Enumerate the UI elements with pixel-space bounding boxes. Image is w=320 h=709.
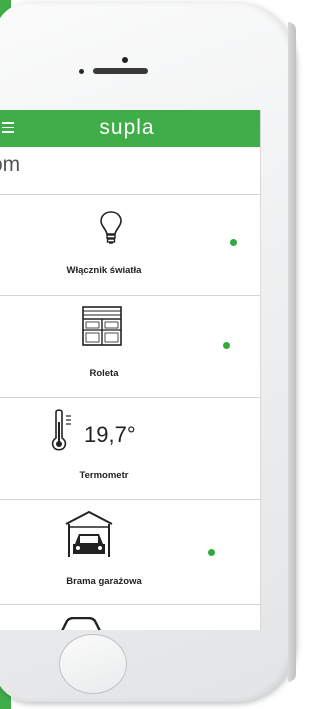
garage-gate-icon (65, 510, 113, 557)
home-button[interactable] (59, 634, 127, 694)
channel-garage-gate[interactable]: Brama garażowa (0, 500, 260, 605)
channel-light-switch[interactable]: Włącznik światła (0, 195, 260, 296)
roller-shutter-icon (82, 306, 122, 346)
camera-icon (122, 57, 128, 63)
status-dot (208, 549, 215, 556)
lightbulb-icon (100, 211, 122, 244)
channel-caption: Roleta (89, 368, 119, 379)
location-bar[interactable]: om (0, 147, 260, 195)
channel-caption: Brama garażowa (66, 576, 142, 587)
app-title: supla (99, 116, 155, 139)
app-screen: supla om Włącznik światła (0, 110, 261, 630)
car-roof-icon (61, 617, 101, 630)
speaker-grille (93, 68, 148, 74)
channel-caption: Włącznik światła (66, 265, 142, 276)
sensor-icon (79, 69, 84, 74)
status-dot (230, 239, 237, 246)
temperature-value: 19,7° (84, 422, 136, 447)
phone-body: supla om Włącznik światła (0, 2, 296, 702)
app-header: supla (0, 110, 260, 147)
phone-rim (288, 22, 296, 682)
channel-thermometer[interactable]: 19,7° Termometr (0, 398, 260, 500)
location-name: om (0, 153, 21, 176)
status-dot (223, 342, 230, 349)
channel-partial[interactable] (0, 605, 260, 630)
channel-roller-shutter[interactable]: Roleta (0, 296, 260, 398)
thermometer-icon (51, 409, 71, 451)
channel-caption: Termometr (79, 470, 129, 481)
